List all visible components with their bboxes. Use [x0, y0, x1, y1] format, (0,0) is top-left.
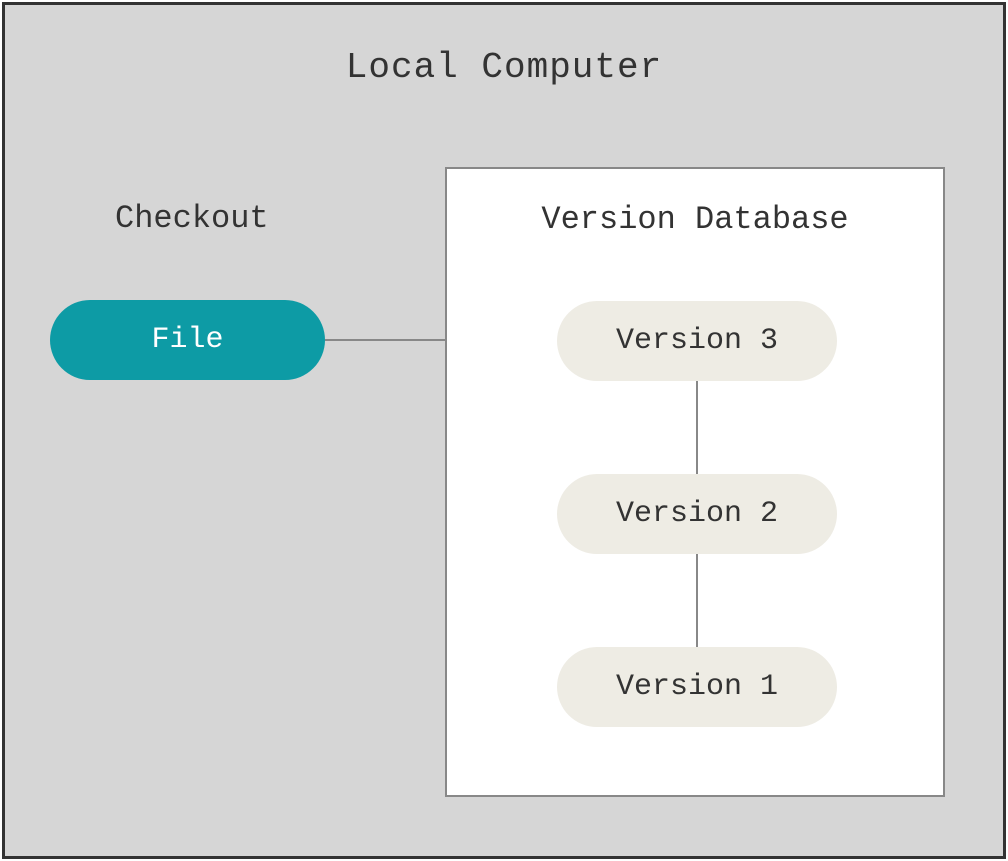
connector-v2-to-v1	[696, 554, 698, 647]
diagram-title: Local Computer	[5, 47, 1003, 88]
version-database-box: Version Database Version 3 Version 2 Ver…	[445, 167, 945, 797]
checkout-label: Checkout	[115, 200, 269, 237]
version-2-node: Version 2	[557, 474, 837, 554]
connector-v3-to-v2	[696, 381, 698, 474]
file-node-label: File	[151, 323, 223, 357]
version-1-node: Version 1	[557, 647, 837, 727]
version-database-title: Version Database	[447, 201, 943, 238]
version-2-label: Version 2	[616, 497, 778, 531]
file-node: File	[50, 300, 325, 380]
local-computer-frame: Local Computer Checkout File Version Dat…	[2, 2, 1006, 859]
version-1-label: Version 1	[616, 670, 778, 704]
version-3-label: Version 3	[616, 324, 778, 358]
version-3-node: Version 3	[557, 301, 837, 381]
